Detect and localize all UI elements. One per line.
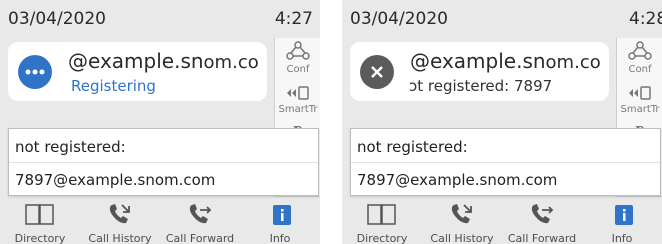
popup-line2: 7897@example.snom.com <box>15 171 216 189</box>
softkey-call-forward[interactable]: Call Forward <box>160 199 240 244</box>
identity-card[interactable]: @example.snom.co Registering <box>8 42 267 101</box>
identity-name: @example.snom.co <box>68 49 259 73</box>
call-forward-label: Call Forward <box>507 232 577 244</box>
registration-popup[interactable]: not registered: 7897@example.snom.com <box>8 128 319 196</box>
call-forward-label: Call Forward <box>165 232 235 244</box>
call-forward-icon <box>531 204 554 224</box>
smarttransfer-label: SmartTr <box>620 104 660 115</box>
softkey-bar: Directory Call History Call Forward Info <box>0 199 320 244</box>
softkey-bar: Directory Call History Call Forward Info <box>342 199 662 244</box>
phone-screen-right: 03/04/2020 4:28 @example.snom.co ɔt regi… <box>342 0 662 244</box>
status-time: 4:28 <box>629 9 662 29</box>
close-icon <box>360 55 394 89</box>
call-forward-icon <box>189 204 212 224</box>
softkey-directory[interactable]: Directory <box>0 199 80 244</box>
softkey-call-history[interactable]: Call History <box>80 199 160 244</box>
book-icon <box>367 204 396 225</box>
conf-label: Conf <box>286 64 310 75</box>
ellipsis-icon <box>18 55 52 89</box>
softkey-call-history[interactable]: Call History <box>422 199 502 244</box>
registration-popup[interactable]: not registered: 7897@example.snom.com <box>350 128 661 196</box>
registration-status: Registering <box>71 77 156 95</box>
conference-icon <box>628 41 652 60</box>
info-label: Info <box>269 232 291 244</box>
smarttransfer-key[interactable]: SmartTr <box>616 82 662 127</box>
phone-screen-left: 03/04/2020 4:27 @example.snom.co Registe… <box>0 0 320 244</box>
status-date: 03/04/2020 <box>8 9 106 29</box>
conference-icon <box>286 41 310 60</box>
popup-line2: 7897@example.snom.com <box>357 171 558 189</box>
popup-line1: not registered: <box>357 138 468 156</box>
popup-divider <box>9 162 318 163</box>
softkey-call-forward[interactable]: Call Forward <box>502 199 582 244</box>
smarttransfer-label: SmartTr <box>278 104 318 115</box>
info-icon <box>615 205 633 225</box>
call-history-icon <box>451 204 472 224</box>
conf-label: Conf <box>628 64 652 75</box>
status-date: 03/04/2020 <box>350 9 448 29</box>
status-bar: 03/04/2020 4:27 <box>0 0 320 38</box>
call-history-icon <box>109 204 130 224</box>
smart-transfer-icon <box>287 86 309 100</box>
info-label: Info <box>611 232 633 244</box>
registration-status: ɔt registered: 7897 <box>409 77 553 95</box>
info-icon <box>273 205 291 225</box>
popup-divider <box>351 162 660 163</box>
softkey-info[interactable]: Info <box>582 199 662 244</box>
status-bar: 03/04/2020 4:28 <box>342 0 662 38</box>
identity-name: @example.snom.co <box>410 49 601 73</box>
directory-label: Directory <box>356 232 408 244</box>
popup-line1: not registered: <box>15 138 126 156</box>
call-history-label: Call History <box>88 232 152 244</box>
status-time: 4:27 <box>274 9 313 29</box>
smart-transfer-icon <box>629 86 651 100</box>
directory-label: Directory <box>14 232 66 244</box>
identity-card[interactable]: @example.snom.co ɔt registered: 7897 <box>350 42 609 101</box>
call-history-label: Call History <box>430 232 494 244</box>
conf-key[interactable]: Conf <box>616 38 662 83</box>
smarttransfer-key[interactable]: SmartTr <box>274 82 320 127</box>
softkey-info[interactable]: Info <box>240 199 320 244</box>
softkey-directory[interactable]: Directory <box>342 199 422 244</box>
conf-key[interactable]: Conf <box>274 38 320 83</box>
book-icon <box>25 204 54 225</box>
